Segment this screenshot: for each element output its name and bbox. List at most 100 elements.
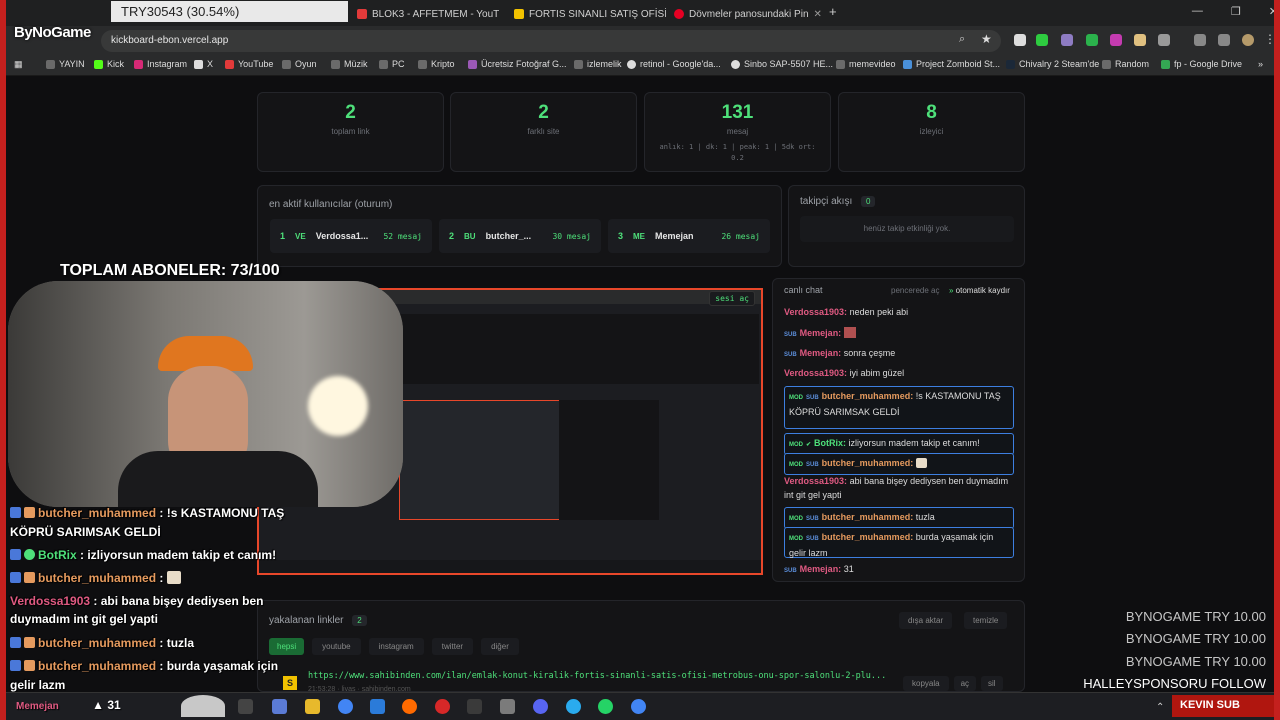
bookmark[interactable]: Ücretsiz Fotoğraf G... — [468, 59, 567, 69]
bookmark[interactable]: YAYIN — [46, 59, 85, 69]
bookmark[interactable]: Oyun — [282, 59, 317, 69]
bookmark[interactable]: Random — [1102, 59, 1149, 69]
bookmark[interactable]: Instagram — [134, 59, 187, 69]
active-user-item[interactable]: 2 BU butcher_... 30 mesaj — [439, 219, 601, 253]
whatsapp-icon[interactable] — [598, 699, 613, 714]
overlay-chat-text: : — [159, 571, 164, 585]
bookmark-label: Sinbo SAP-5507 HE... — [744, 59, 834, 69]
maximize-icon[interactable]: ❐ — [1231, 5, 1241, 18]
app-icon[interactable] — [370, 699, 385, 714]
bookmark[interactable]: Kick — [94, 59, 124, 69]
unmute-button[interactable]: sesi aç — [709, 291, 755, 306]
extension-icon[interactable] — [1110, 34, 1122, 46]
chrome-icon[interactable] — [338, 699, 353, 714]
browser-tab[interactable]: BLOK3 - AFFETMEM - YouT✕ — [351, 4, 503, 24]
clear-button[interactable]: temizle — [964, 612, 1008, 629]
autoscroll-label: otomatik kaydır — [955, 286, 1010, 295]
preview-stats — [399, 314, 759, 384]
overlay-chat-user: BotRix — [38, 548, 77, 562]
taskview-icon[interactable] — [238, 699, 253, 714]
link-url[interactable]: https://www.sahibinden.com/ilan/emlak-ko… — [308, 671, 898, 681]
bookmark[interactable]: PC — [379, 59, 405, 69]
tray-icons[interactable]: ⌃ — [1156, 702, 1164, 713]
filter-other[interactable]: diğer — [481, 638, 519, 655]
active-user-item[interactable]: 3 ME Memejan 26 mesaj — [608, 219, 770, 253]
close-tab-icon[interactable]: ✕ — [814, 9, 822, 20]
delete-button[interactable]: sil — [981, 676, 1003, 691]
extension-icon[interactable] — [1036, 34, 1048, 46]
bookmark[interactable]: Müzik — [331, 59, 368, 69]
bookmark[interactable]: YouTube — [225, 59, 273, 69]
overlay-chat-text: : abi bana bişey dediysen ben — [93, 594, 264, 608]
extension-icon[interactable] — [1014, 34, 1026, 46]
extension-icon[interactable] — [1134, 34, 1146, 46]
bookmark[interactable]: memevideo — [836, 59, 896, 69]
opera-icon[interactable] — [435, 699, 450, 714]
autoscroll-toggle[interactable]: » otomatik kaydır — [949, 286, 1010, 295]
extension-icon[interactable] — [1086, 34, 1098, 46]
popout-button[interactable]: pencerede aç — [891, 286, 939, 295]
site-favicon: S — [283, 676, 297, 690]
sub-badge: SUB — [784, 332, 797, 338]
user-rank: 2 — [449, 231, 455, 241]
url-field[interactable]: kickboard-ebon.vercel.app — [101, 30, 1001, 52]
browser-tab[interactable]: FORTIS SINANLI SATIŞ OFİSİ M✕ — [508, 4, 666, 24]
app-icon[interactable] — [467, 699, 482, 714]
minimize-icon[interactable]: — — [1192, 5, 1203, 18]
user-name: Memejan — [655, 231, 694, 241]
overlay-chat-line: butcher_muhammed : burda yaşamak için — [10, 659, 278, 673]
filter-twitter[interactable]: twitter — [431, 638, 474, 655]
app-icon[interactable] — [500, 699, 515, 714]
menu-icon[interactable]: ⋮ — [1264, 32, 1274, 46]
bookmark-label: Kripto — [431, 59, 455, 69]
extensions-icon[interactable] — [1158, 34, 1170, 46]
preview-taskbar — [259, 560, 761, 573]
telegram-icon[interactable] — [566, 699, 581, 714]
chat-message-highlight: MOD SUB butcher_muhammed: !s KASTAMONU TAŞ… — [784, 386, 1014, 429]
media-icon[interactable] — [1218, 34, 1230, 46]
close-window-icon[interactable]: ✕ — [1269, 5, 1274, 18]
extension-icon[interactable] — [1061, 34, 1073, 46]
bookmark[interactable]: Kripto — [418, 59, 455, 69]
chrome-icon[interactable] — [631, 699, 646, 714]
sponsor-line: HALLEYSPONSORU FOLLOW — [1083, 676, 1266, 691]
bookmark[interactable]: Sinbo SAP-5507 HE... — [731, 59, 833, 69]
chat-message: SUB Memejan: — [784, 326, 1014, 342]
discord-icon[interactable] — [533, 699, 548, 714]
bookmark[interactable]: Chivalry 2 Steam'de — [1006, 59, 1099, 69]
followers-count: 0 — [861, 196, 876, 207]
shirt — [118, 451, 318, 507]
browser-tab[interactable]: Dövmeler panosundaki Pin ✕ — [668, 4, 823, 24]
sub-badge: SUB — [784, 352, 797, 358]
sub-badge: SUB — [806, 395, 819, 401]
folder-icon[interactable] — [305, 699, 320, 714]
bookmark-label: Müzik — [344, 59, 368, 69]
bookmark[interactable]: izlemelik — [574, 59, 622, 69]
download-icon[interactable] — [1194, 34, 1206, 46]
firefox-icon[interactable] — [402, 699, 417, 714]
bookmark-label: Oyun — [295, 59, 317, 69]
avatar[interactable] — [1242, 34, 1254, 46]
overlay-chat-user: butcher_muhammed — [38, 571, 157, 585]
bookmark[interactable]: X — [194, 59, 213, 69]
bookmark[interactable]: fp - Google Drive — [1161, 59, 1242, 69]
export-button[interactable]: dışa aktar — [899, 612, 953, 629]
open-button[interactable]: aç — [953, 676, 977, 691]
apps-icon[interactable]: ▦ — [14, 59, 23, 70]
filter-instagram[interactable]: instagram — [368, 638, 424, 655]
filter-all[interactable]: hepsi — [269, 638, 305, 655]
bookmark[interactable]: Project Zomboid St... — [903, 59, 1000, 69]
copy-button[interactable]: kopyala — [903, 676, 949, 691]
app-icon[interactable] — [272, 699, 287, 714]
stat-card-links: 2 toplam link — [257, 92, 444, 172]
bookmark[interactable]: retinol - Google'da... — [627, 59, 721, 69]
new-tab-icon[interactable]: + — [829, 4, 837, 19]
bookmarks-bar: ▦ YAYIN Kick Instagram X YouTube Oyun Mü… — [6, 56, 1274, 76]
stat-value: 2 — [345, 102, 356, 123]
more-bookmarks-icon[interactable]: » — [1258, 59, 1263, 69]
filter-youtube[interactable]: youtube — [312, 638, 361, 655]
star-icon[interactable]: ★ — [981, 32, 992, 46]
followers-empty: henüz takip etkinliği yok. — [800, 216, 1014, 242]
search-icon[interactable]: ⌕ — [959, 33, 965, 46]
active-user-item[interactable]: 1 VE Verdossa1... 52 mesaj — [270, 219, 432, 253]
